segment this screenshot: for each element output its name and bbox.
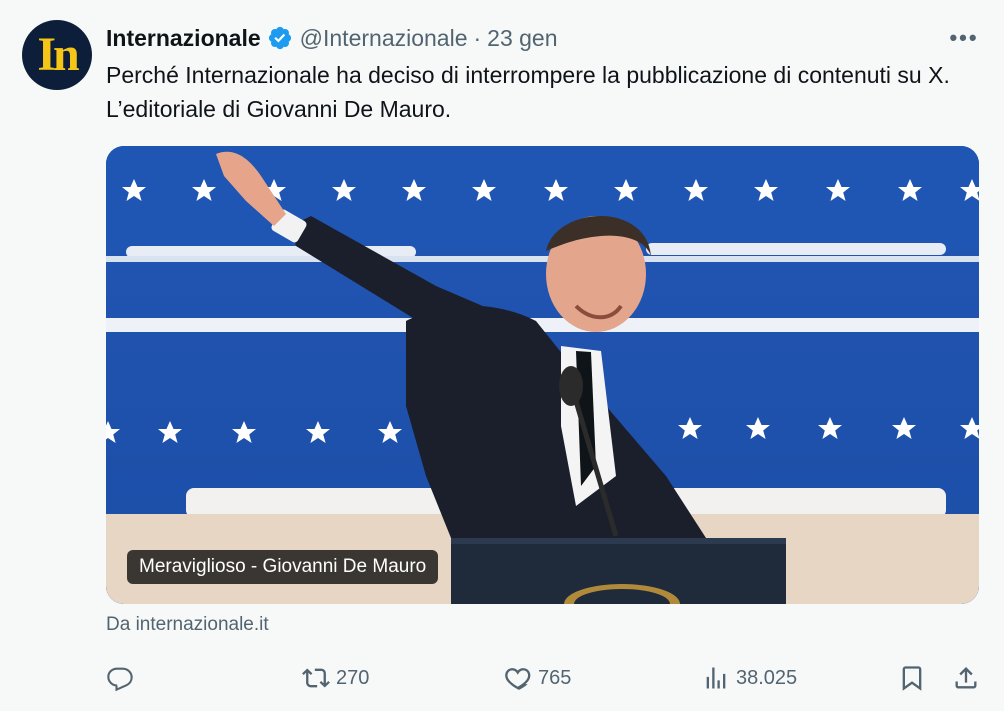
bookmark-button[interactable] xyxy=(898,658,932,698)
link-card-image[interactable]: Meraviglioso - Giovanni De Mauro xyxy=(106,146,979,604)
author-name[interactable]: Internazionale xyxy=(106,25,261,52)
retweet-icon xyxy=(302,668,330,688)
views-button[interactable]: 38.025 xyxy=(702,658,797,698)
tweet-header: Internazionale @Internazionale · 23 gen xyxy=(106,23,558,53)
verified-badge-icon xyxy=(268,26,291,50)
view-count: 38.025 xyxy=(736,666,798,689)
heart-icon xyxy=(505,668,531,690)
link-source[interactable]: Da internazionale.it xyxy=(106,614,269,636)
retweet-button[interactable]: 270 xyxy=(302,658,369,698)
tweet-action-bar: 270 765 38.025 xyxy=(106,658,980,698)
tweet-text: Perché Internazionale ha deciso di inter… xyxy=(106,62,950,122)
retweet-count: 270 xyxy=(336,666,370,689)
link-card-title[interactable]: Meraviglioso - Giovanni De Mauro xyxy=(127,550,439,584)
meta-separator: · xyxy=(473,24,482,51)
media-photo xyxy=(106,146,979,604)
views-icon xyxy=(706,667,726,689)
tweet-date[interactable]: 23 gen xyxy=(487,25,557,52)
more-icon[interactable]: ••• xyxy=(948,24,980,52)
like-button[interactable]: 765 xyxy=(504,658,571,698)
reply-button[interactable] xyxy=(106,658,140,698)
share-button[interactable] xyxy=(952,658,986,698)
author-avatar[interactable]: In xyxy=(22,20,92,90)
bookmark-icon xyxy=(902,666,922,691)
like-count: 765 xyxy=(538,666,572,689)
avatar-logo-text: In xyxy=(37,28,79,81)
author-handle[interactable]: @Internazionale xyxy=(300,25,468,52)
reply-icon xyxy=(107,667,133,692)
share-icon xyxy=(955,667,977,689)
